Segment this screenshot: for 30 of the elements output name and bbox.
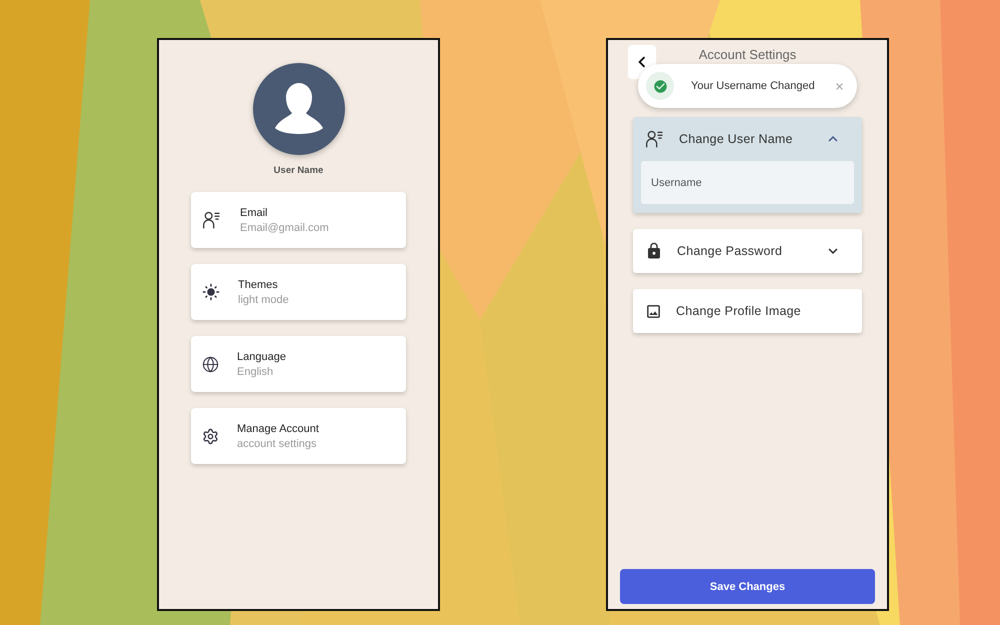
card-title: Themes xyxy=(238,278,279,290)
card-subtitle: English xyxy=(237,366,274,378)
card-subtitle: account settings xyxy=(237,438,318,450)
card-subtitle: Email@gmail.com xyxy=(240,222,329,234)
person-list-icon xyxy=(645,129,665,149)
save-button[interactable]: Save Changes xyxy=(620,569,875,604)
check-icon xyxy=(652,78,668,94)
settings-card[interactable]: Themes light mode xyxy=(191,264,406,320)
card-title: Email xyxy=(240,206,269,218)
lock-icon xyxy=(645,242,663,260)
card-subtitle: light mode xyxy=(238,294,289,306)
card-title: Manage Account xyxy=(237,422,319,434)
section-title[interactable]: Change Password xyxy=(677,244,810,258)
section-title[interactable]: Change User Name xyxy=(679,132,810,146)
person-list-icon xyxy=(202,210,222,230)
globe-icon xyxy=(202,356,219,372)
settings-card[interactable]: Manage Account account settings xyxy=(191,408,406,464)
toast-message: Your Username Changed xyxy=(691,80,816,92)
card-title: Language xyxy=(237,350,286,362)
screen-title: Account Settings xyxy=(698,47,796,62)
username-field[interactable]: Username xyxy=(641,161,854,204)
close-icon[interactable] xyxy=(834,80,845,92)
settings-card[interactable]: Email Email@gmail.com xyxy=(191,192,406,248)
settings-card[interactable]: Language English xyxy=(191,336,406,392)
sun-icon xyxy=(202,283,220,301)
settings-icon xyxy=(202,428,219,444)
avatar-icon xyxy=(252,63,344,155)
image-icon xyxy=(645,302,662,320)
user-name: User Name xyxy=(274,165,324,176)
section-title[interactable]: Change Profile Image xyxy=(676,304,842,318)
